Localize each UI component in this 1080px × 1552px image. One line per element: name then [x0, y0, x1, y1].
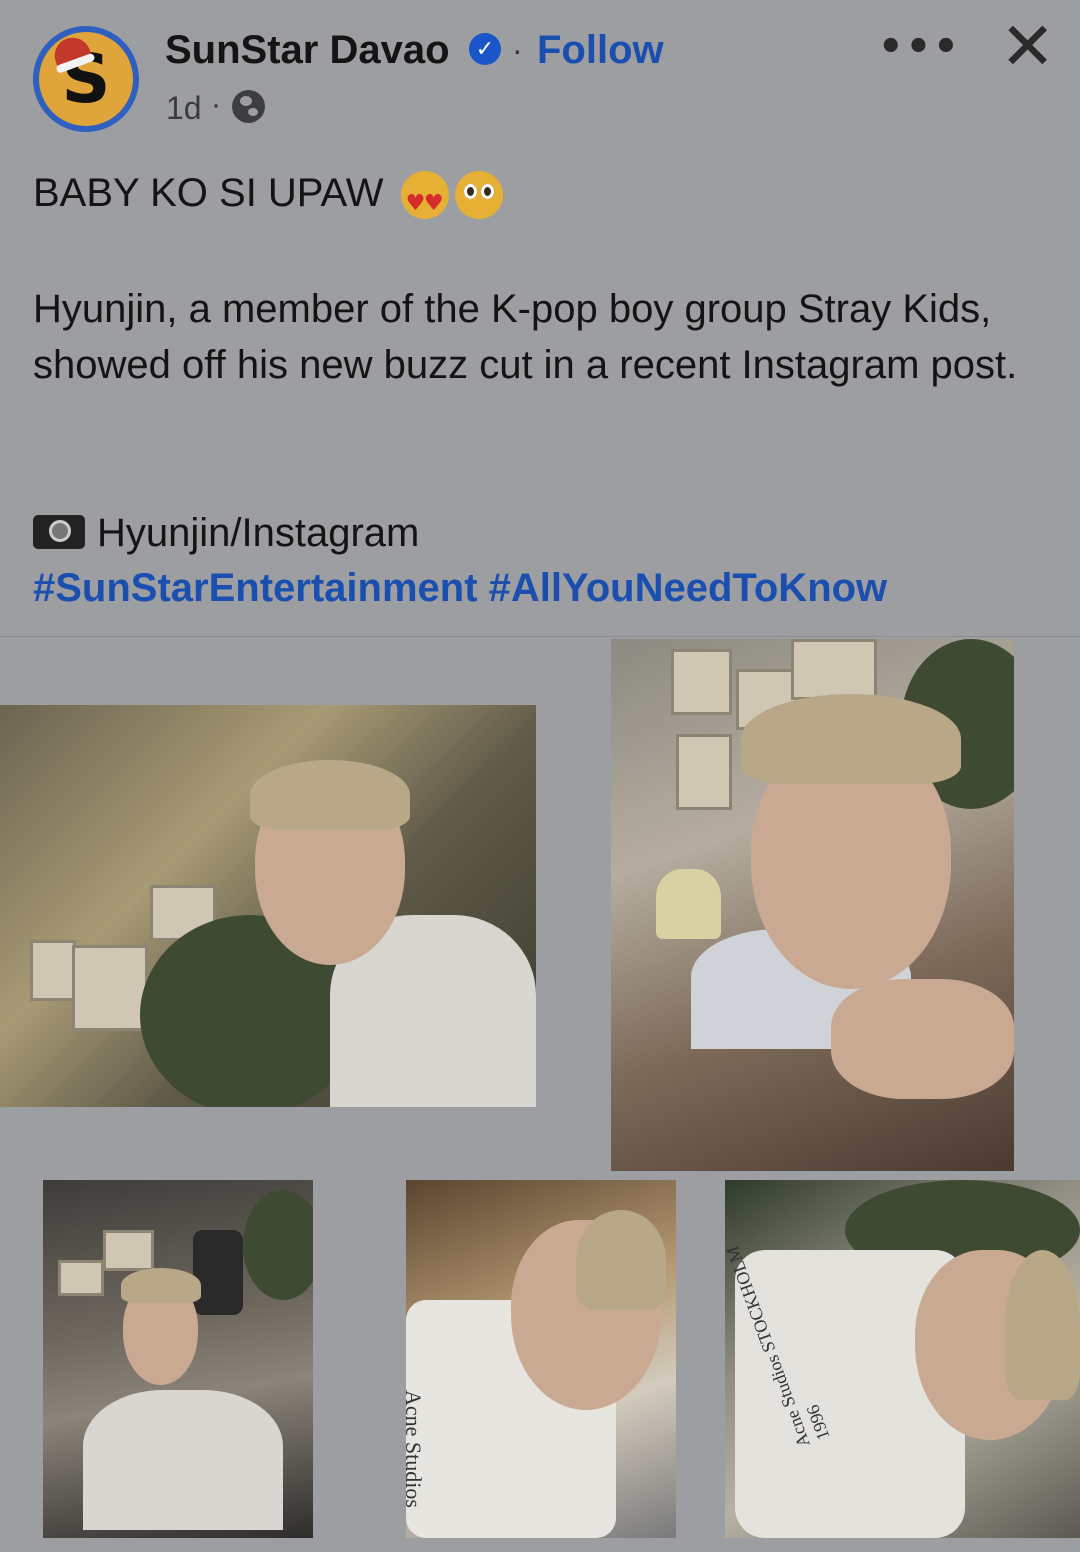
follow-button[interactable]: Follow: [537, 28, 664, 73]
shelf-item: [58, 1260, 104, 1296]
close-icon[interactable]: ✕: [1000, 14, 1055, 80]
lamp: [656, 869, 721, 939]
post-paragraph: Hyunjin, a member of the K-pop boy group…: [33, 287, 1018, 387]
shelf-item: [103, 1230, 154, 1271]
wall-picture: [791, 639, 877, 700]
separator-dot: ·: [512, 32, 523, 68]
shirt-print: Acne Studios STOCKHOLM: [406, 1390, 426, 1508]
hair: [1005, 1250, 1080, 1400]
timestamp-separator: ·: [211, 88, 221, 121]
verified-badge-icon: ✓: [469, 33, 501, 65]
hair: [121, 1268, 201, 1303]
hands: [831, 979, 1014, 1099]
heart-eyes-emoji-icon: [400, 171, 449, 232]
globe-icon: [232, 90, 265, 123]
page-avatar[interactable]: S: [33, 26, 139, 132]
hashtag-link[interactable]: #AllYouNeedToKnow: [489, 566, 888, 610]
post-headline-line: BABY KO SI UPAW: [33, 165, 1043, 232]
post-photo-1[interactable]: [0, 705, 536, 1107]
wall-picture: [671, 649, 732, 715]
hashtag-link[interactable]: #SunStarEntertainment: [33, 566, 478, 610]
more-options-icon[interactable]: •••: [878, 24, 961, 70]
post-photo-5[interactable]: Acne Studios STOCKHOLM 1996: [725, 1180, 1080, 1538]
page-name[interactable]: SunStar Davao: [165, 28, 450, 73]
phone: [193, 1230, 243, 1315]
hair: [250, 760, 410, 830]
avatar-logo: S: [39, 32, 133, 126]
shirt: [83, 1390, 283, 1530]
hair: [741, 694, 961, 784]
photo-credit-line: Hyunjin/Instagram: [33, 505, 1043, 561]
pleading-face-emoji-icon: [454, 171, 503, 220]
camera-icon: [33, 515, 85, 550]
post-headline: BABY KO SI UPAW: [33, 171, 384, 215]
hashtags: #SunStarEntertainment #AllYouNeedToKnow: [33, 560, 1043, 616]
hair: [576, 1210, 666, 1310]
post-timestamp[interactable]: 1d: [166, 90, 202, 127]
content-divider: [0, 636, 1080, 637]
post-header: S SunStar Davao ✓ · Follow 1d · ••• ✕: [0, 0, 1080, 150]
post-photo-3[interactable]: [43, 1180, 313, 1538]
wall-picture: [30, 940, 76, 1001]
photo-credit: Hyunjin/Instagram: [97, 511, 420, 555]
plant: [243, 1190, 313, 1300]
post-photo-4[interactable]: Acne Studios STOCKHOLM: [406, 1180, 676, 1538]
wall-picture: [72, 945, 148, 1031]
post-photo-2[interactable]: [611, 639, 1014, 1171]
wall-picture: [676, 734, 732, 810]
